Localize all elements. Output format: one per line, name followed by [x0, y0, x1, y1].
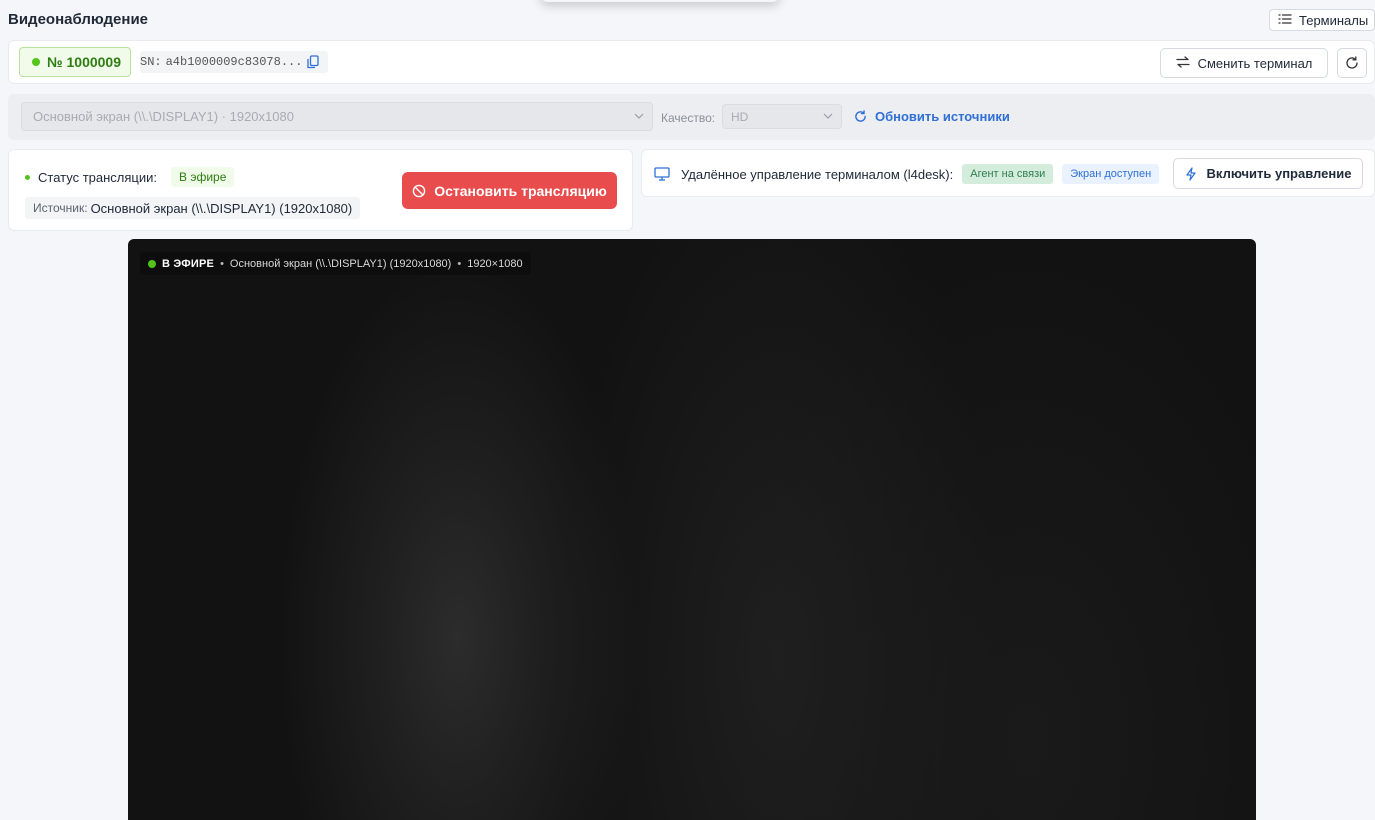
serial-number-chip: SN: a4b1000009c83078... [140, 51, 329, 73]
chevron-down-icon [823, 113, 833, 119]
chevron-down-icon [634, 113, 644, 119]
video-resolution: 1920×1080 [467, 257, 523, 270]
terminal-number-badge: № 1000009 [19, 47, 131, 77]
sn-value: a4b1000009c83078... [165, 55, 303, 69]
stream-status-row: Статус трансляции: В эфире [25, 167, 235, 187]
stream-source-value: Основной экран (\\.\DISPLAY1) (1920x1080… [90, 200, 353, 216]
source-select[interactable]: Основной экран (\\.\DISPLAY1) · 1920x108… [21, 102, 653, 131]
lightning-icon [1185, 166, 1196, 181]
monitor-icon [654, 167, 670, 181]
switch-terminal-button[interactable]: Сменить терминал [1160, 48, 1328, 78]
video-stream[interactable]: В ЭФИРЕ • Основной экран (\\.\DISPLAY1) … [128, 239, 1256, 820]
refresh-icon [855, 110, 866, 122]
enable-control-label: Включить управление [1206, 166, 1352, 181]
stream-source-label: Источник: [33, 201, 88, 215]
sn-label: SN: [140, 55, 162, 69]
popup-shadow [540, 0, 780, 2]
list-icon [1278, 13, 1292, 28]
status-dot [25, 174, 30, 180]
enable-control-button[interactable]: Включить управление [1173, 158, 1363, 189]
update-sources-button[interactable]: Обновить источники [854, 109, 1010, 124]
terminals-button-label: Терминалы [1299, 12, 1369, 28]
update-sources-label: Обновить источники [875, 109, 1010, 124]
page-title: Видеонаблюдение [8, 11, 149, 28]
stop-stream-label: Остановить трансляцию [434, 182, 607, 199]
live-indicator [148, 259, 156, 268]
refresh-button[interactable] [1337, 48, 1367, 78]
switch-terminal-label: Сменить терминал [1197, 55, 1313, 71]
screen-status-badge: Экран доступен [1062, 164, 1160, 184]
quality-select[interactable]: HD [722, 104, 842, 129]
quality-select-value: HD [731, 109, 749, 124]
remote-control-row: Удалённое управление терминалом (l4desk)… [654, 164, 1160, 184]
video-live-label: В ЭФИРЕ [162, 257, 215, 270]
terminal-bar: № 1000009 SN: a4b1000009c83078... Сменит… [8, 40, 1375, 84]
swap-icon [1175, 55, 1190, 71]
source-bar: Основной экран (\\.\DISPLAY1) · 1920x108… [8, 94, 1375, 140]
refresh-icon [1346, 56, 1358, 69]
online-indicator [32, 58, 40, 66]
quality-label: Качество: [661, 111, 716, 125]
stream-status-panel: Статус трансляции: В эфире Источник: Осн… [8, 149, 633, 231]
overlay-separator: • [220, 257, 224, 270]
video-source-text: Основной экран (\\.\DISPLAY1) (1920x1080… [229, 257, 452, 270]
status-badge: В эфире [171, 167, 235, 187]
copy-icon[interactable] [306, 55, 320, 69]
terminal-number: № 1000009 [47, 54, 121, 70]
stop-icon [412, 184, 426, 197]
overlay-separator: • [457, 257, 462, 270]
terminals-button[interactable]: Терминалы [1269, 9, 1375, 31]
video-overlay: В ЭФИРЕ • Основной экран (\\.\DISPLAY1) … [140, 252, 531, 275]
source-select-value: Основной экран (\\.\DISPLAY1) · 1920x108… [33, 109, 294, 124]
stop-stream-button[interactable]: Остановить трансляцию [402, 172, 617, 209]
agent-status-badge: Агент на связи [962, 164, 1054, 184]
remote-control-panel: Удалённое управление терминалом (l4desk)… [641, 149, 1375, 197]
stream-source-chip: Источник: Основной экран (\\.\DISPLAY1) … [25, 197, 361, 219]
stream-status-label: Статус трансляции: [38, 169, 158, 185]
remote-control-title: Удалённое управление терминалом (l4desk)… [681, 166, 954, 182]
